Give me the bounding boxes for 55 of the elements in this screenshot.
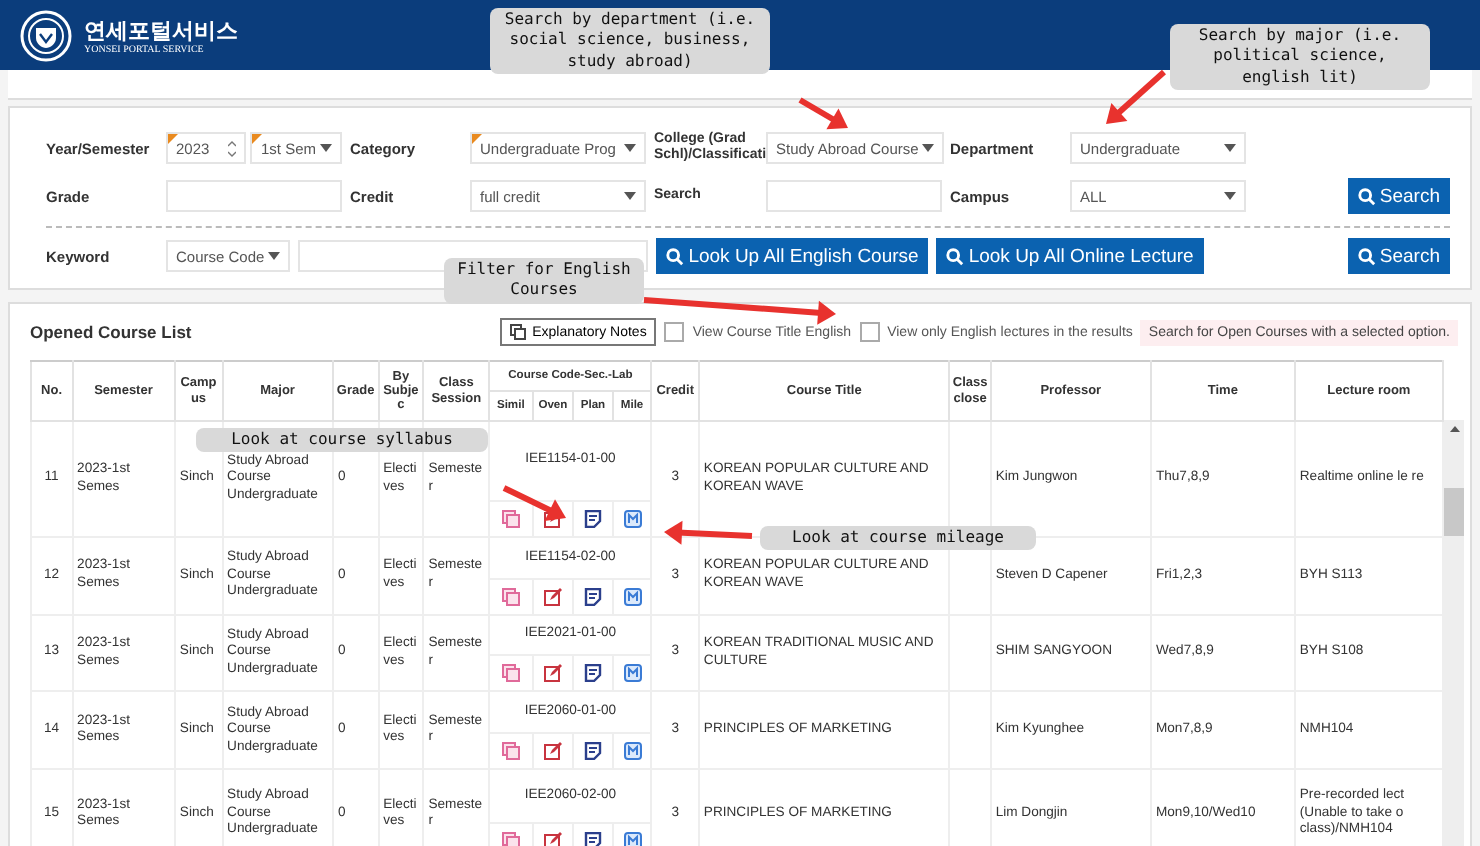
portal-title: 연세포털서비스 — [84, 15, 238, 45]
copy-icon[interactable] — [501, 587, 520, 606]
edit-icon[interactable] — [543, 831, 562, 846]
caret-icon — [624, 192, 636, 200]
scroll-up-icon — [1449, 426, 1459, 432]
caret-icon — [268, 252, 281, 260]
mileage-icon[interactable] — [623, 831, 642, 846]
caret-icon — [624, 144, 636, 152]
search-icon — [1357, 247, 1376, 265]
edit-icon[interactable] — [543, 587, 562, 606]
search-button[interactable]: Search — [1347, 178, 1450, 214]
input-field[interactable] — [166, 180, 342, 212]
annotation-arrow — [502, 485, 566, 521]
annotation-callout: Search by major (i.e. political science, english lit) — [1170, 24, 1430, 91]
annotation-callout: Filter for English Courses — [444, 258, 644, 304]
scrollbar[interactable] — [1444, 420, 1464, 846]
caret-icon — [1224, 192, 1236, 200]
copy-icon — [510, 324, 527, 340]
document-icon[interactable] — [583, 664, 602, 683]
checkbox[interactable] — [664, 322, 685, 342]
annotation-arrow — [1106, 69, 1166, 124]
document-icon[interactable] — [583, 509, 602, 528]
search-icon — [1357, 187, 1376, 205]
emblem-icon — [20, 9, 72, 61]
checkbox[interactable] — [859, 322, 880, 342]
annotation-callout: Look at course syllabus — [196, 428, 488, 453]
copy-icon[interactable] — [501, 664, 520, 683]
document-icon[interactable] — [583, 742, 602, 761]
mileage-icon[interactable] — [623, 742, 642, 761]
annotation-arrow — [664, 520, 753, 545]
copy-icon[interactable] — [501, 509, 520, 528]
search-button[interactable]: Search — [1347, 238, 1450, 274]
caret-icon — [1224, 144, 1236, 152]
document-icon[interactable] — [583, 587, 602, 606]
search-button[interactable]: Look Up All Online Lecture — [936, 238, 1204, 274]
annotation-callout: Look at course mileage — [760, 526, 1036, 551]
input-field[interactable] — [766, 180, 942, 212]
mileage-icon[interactable] — [623, 509, 642, 528]
edit-icon[interactable] — [543, 742, 562, 761]
scrollbar-thumb[interactable] — [1444, 488, 1464, 536]
search-button[interactable]: Look Up All English Course — [656, 238, 929, 274]
copy-icon[interactable] — [501, 742, 520, 761]
caret-icon — [320, 144, 332, 152]
caret-icon — [922, 144, 935, 152]
search-icon — [666, 247, 685, 265]
annotation-arrow — [798, 97, 848, 130]
spinner-arrows-icon — [228, 139, 237, 157]
document-icon[interactable] — [583, 831, 602, 846]
mileage-icon[interactable] — [623, 664, 642, 683]
list-title: Opened Course List — [30, 322, 192, 342]
copy-icon[interactable] — [501, 831, 520, 846]
edit-icon[interactable] — [543, 664, 562, 683]
mileage-icon[interactable] — [623, 587, 642, 606]
search-icon — [946, 247, 965, 265]
annotation-callout: Search by department (i.e. social science, business, study abroad) — [490, 8, 770, 75]
